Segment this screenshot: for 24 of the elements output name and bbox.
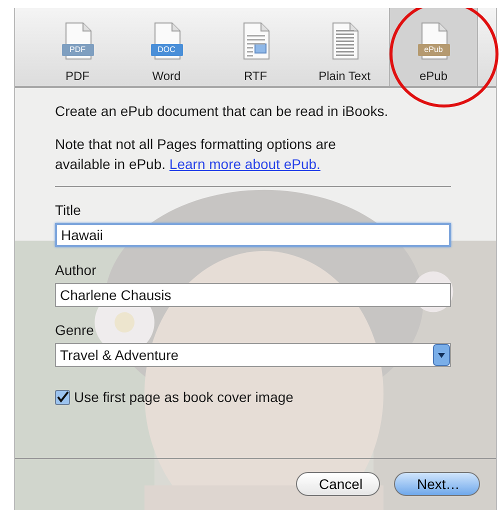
format-tab[interactable]: RTF — [211, 8, 300, 86]
document-icon — [60, 22, 94, 60]
format-tab[interactable]: ePub ePub — [389, 8, 478, 86]
field-label: Author — [55, 261, 98, 279]
checkbox[interactable] — [55, 390, 70, 405]
field-label: Title — [55, 201, 82, 219]
text-field[interactable]: Charlene Chausis — [55, 283, 451, 307]
badge-label: ePub — [423, 44, 444, 56]
format-tab[interactable]: DOC Word — [122, 8, 211, 86]
text-field[interactable]: Hawaii — [55, 223, 451, 247]
field-label: Genre — [55, 321, 95, 339]
badge-label: PDF — [68, 44, 86, 56]
checkbox-label: Use first page as book cover image — [74, 388, 294, 407]
note-text: Note that not all Pages formatting options are available in ePub. Learn more about ePub. — [55, 135, 337, 174]
genre-popup[interactable]: Travel & Adventure — [55, 343, 451, 367]
document-icon — [150, 22, 184, 60]
dialog-button[interactable]: Cancel — [296, 472, 380, 496]
dialog-button[interactable]: Next… — [394, 472, 480, 496]
format-tab[interactable]: PDF PDF — [33, 8, 122, 86]
intro-text: Create an ePub document that can be read in iBooks. — [55, 102, 390, 120]
learn-more-link[interactable]: Learn more about ePub. — [169, 156, 320, 172]
format-tab[interactable]: Plain Text — [300, 8, 389, 86]
badge-label: DOC — [156, 44, 176, 56]
document-icon — [416, 22, 450, 60]
